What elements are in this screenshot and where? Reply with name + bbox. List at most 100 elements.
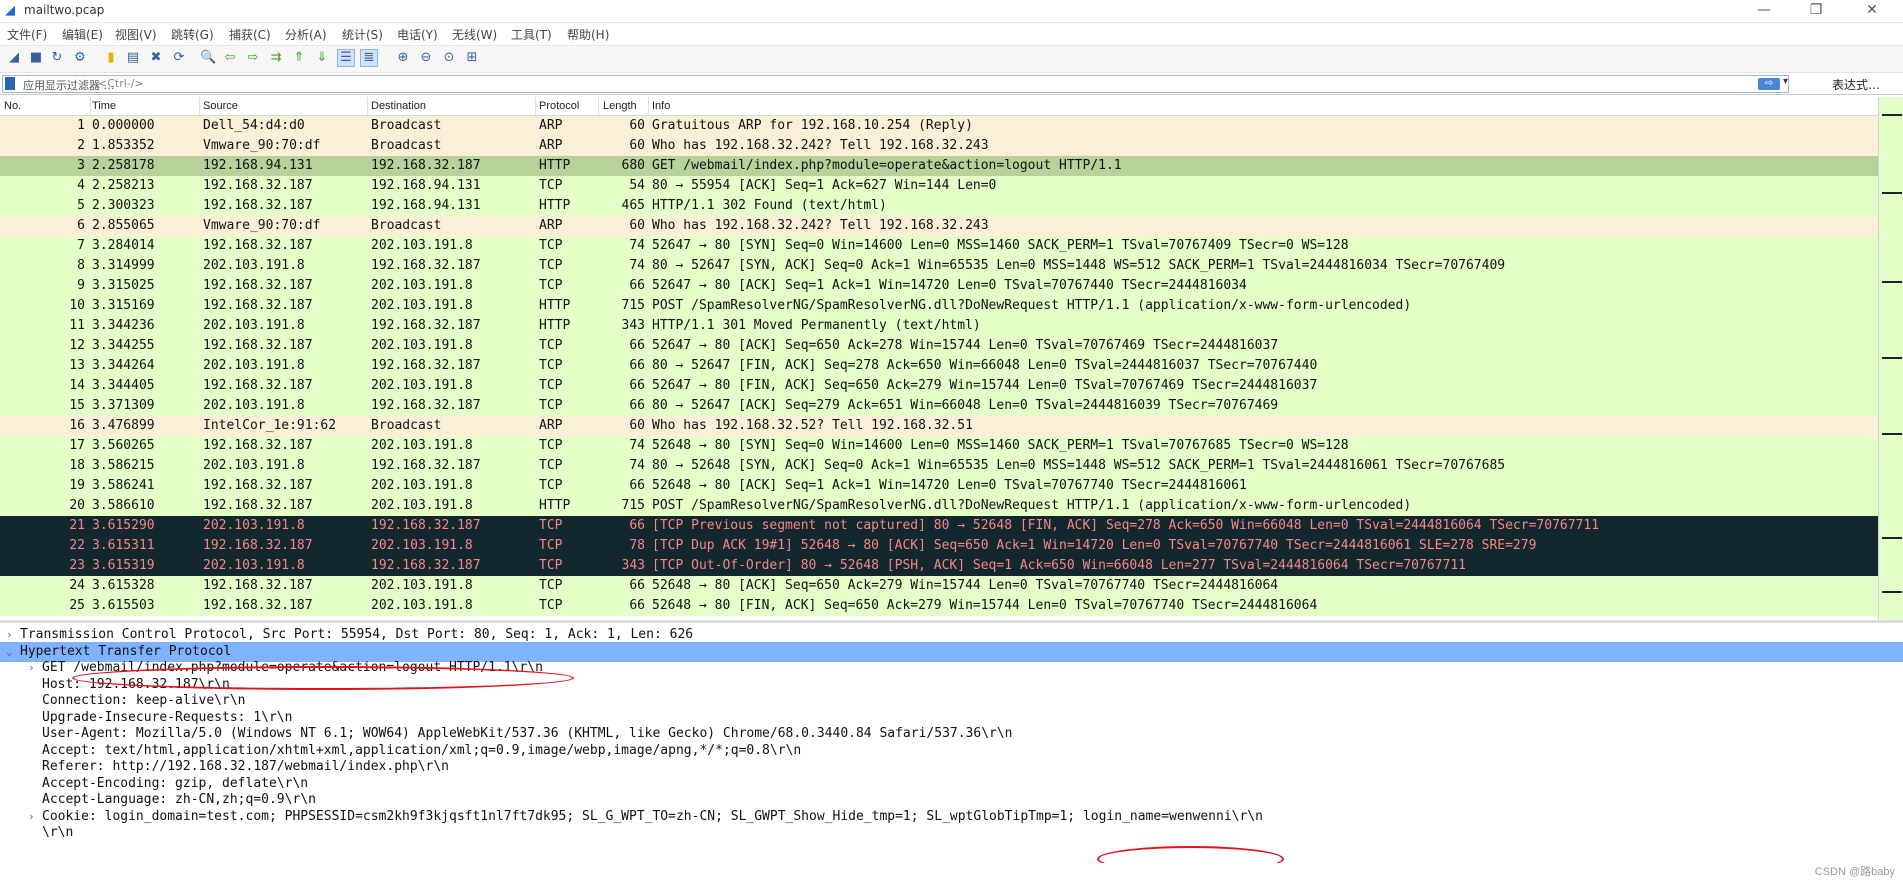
packet-info: 52647 → 80 [ACK] Seq=1 Ack=1 Win=14720 L… bbox=[652, 278, 1247, 293]
packet-source: 192.168.32.187 bbox=[203, 378, 313, 393]
packet-row[interactable]: 22 3.615311 192.168.32.187 202.103.191.8 TCP… bbox=[0, 536, 1878, 556]
packet-info: 80 → 55954 [ACK] Seq=1 Ack=627 Win=144 L… bbox=[652, 178, 997, 193]
column-divider[interactable] bbox=[367, 97, 368, 115]
menu-tools[interactable]: 工具(T) bbox=[511, 26, 552, 43]
go-back-icon[interactable]: ⇦ bbox=[222, 50, 238, 66]
column-divider[interactable] bbox=[535, 97, 536, 115]
packet-time: 2.300323 bbox=[92, 198, 155, 213]
first-packet-icon[interactable]: ⇑ bbox=[291, 50, 307, 66]
go-forward-icon[interactable]: ⇨ bbox=[245, 50, 261, 66]
packet-destination: 192.168.94.131 bbox=[371, 198, 481, 213]
packet-row[interactable]: 16 3.476899 IntelCor_1e:91:62 Broadcast ARP 6… bbox=[0, 416, 1878, 436]
menu-analyze[interactable]: 分析(A) bbox=[285, 26, 327, 43]
restore-button[interactable]: ❐ bbox=[1796, 0, 1836, 22]
packet-row[interactable]: 9 3.315025 192.168.32.187 202.103.191.8 TCP 6… bbox=[0, 276, 1878, 296]
packet-row[interactable]: 21 3.615290 202.103.191.8 192.168.32.187 TCP… bbox=[0, 516, 1878, 536]
col-header-protocol[interactable]: Protocol bbox=[539, 100, 579, 112]
last-packet-icon[interactable]: ⇓ bbox=[314, 50, 330, 66]
packet-length: 60 bbox=[629, 218, 645, 233]
restart-capture-icon[interactable]: ↻ bbox=[49, 50, 65, 66]
packet-row[interactable]: 18 3.586215 202.103.191.8 192.168.32.187 TCP… bbox=[0, 456, 1878, 476]
column-divider[interactable] bbox=[598, 97, 599, 115]
expression-button[interactable]: 表达式… bbox=[1832, 76, 1880, 93]
packet-details-pane[interactable]: › Transmission Control Protocol, Src Port… bbox=[0, 624, 1903, 862]
menu-wireless[interactable]: 无线(W) bbox=[452, 26, 497, 43]
close-button[interactable]: ✕ bbox=[1852, 0, 1892, 22]
packet-time: 3.371309 bbox=[92, 398, 155, 413]
column-divider[interactable] bbox=[90, 97, 91, 115]
packet-row[interactable]: 7 3.284014 192.168.32.187 202.103.191.8 TCP 7… bbox=[0, 236, 1878, 256]
find-packet-icon[interactable]: 🔍 bbox=[200, 50, 216, 66]
autoscroll-icon[interactable]: ☰ bbox=[337, 49, 355, 67]
resize-columns-icon[interactable]: ⊞ bbox=[464, 50, 480, 66]
packet-row[interactable]: 8 3.314999 202.103.191.8 192.168.32.187 TCP 7… bbox=[0, 256, 1878, 276]
packet-row[interactable]: 10 3.315169 192.168.32.187 202.103.191.8 HTT… bbox=[0, 296, 1878, 316]
packet-row[interactable]: 3 2.258178 192.168.94.131 192.168.32.187 HTT… bbox=[0, 156, 1878, 176]
packet-row[interactable]: 6 2.855065 Vmware_90:70:df Broadcast ARP 60 Wh… bbox=[0, 216, 1878, 236]
col-header-info[interactable]: Info bbox=[652, 100, 670, 112]
packet-destination: 202.103.191.8 bbox=[371, 298, 473, 313]
col-header-time[interactable]: Time bbox=[92, 100, 116, 112]
open-file-icon[interactable]: ▮ bbox=[103, 50, 119, 66]
colorize-icon[interactable]: ≣ bbox=[360, 49, 378, 67]
zoom-in-icon[interactable]: ⊕ bbox=[395, 50, 411, 66]
packet-row[interactable]: 5 2.300323 192.168.32.187 192.168.94.131 HTT… bbox=[0, 196, 1878, 216]
col-header-length[interactable]: Length bbox=[603, 100, 637, 112]
packet-length: 715 bbox=[621, 298, 645, 313]
packet-row[interactable]: 15 3.371309 202.103.191.8 192.168.32.187 TCP… bbox=[0, 396, 1878, 416]
menu-file[interactable]: 文件(F) bbox=[7, 26, 47, 43]
zoom-out-icon[interactable]: ⊖ bbox=[418, 50, 434, 66]
packet-row[interactable]: 12 3.344255 192.168.32.187 202.103.191.8 TCP… bbox=[0, 336, 1878, 356]
col-header-no[interactable]: No. bbox=[4, 100, 21, 112]
packet-row[interactable]: 17 3.560265 192.168.32.187 202.103.191.8 TCP… bbox=[0, 436, 1878, 456]
packet-time: 1.853352 bbox=[92, 138, 155, 153]
shark-fin-start-icon[interactable]: ◢ bbox=[6, 50, 22, 66]
capture-options-icon[interactable]: ⚙ bbox=[72, 50, 88, 66]
col-header-source[interactable]: Source bbox=[203, 100, 238, 112]
packet-time: 3.615290 bbox=[92, 518, 155, 533]
pane-splitter[interactable] bbox=[0, 620, 1903, 623]
close-file-icon[interactable]: ✖ bbox=[148, 50, 164, 66]
zoom-reset-icon[interactable]: ⊙ bbox=[441, 50, 457, 66]
packet-list-minimap[interactable] bbox=[1878, 97, 1903, 620]
packet-list[interactable]: No. Time Source Destination Protocol Len… bbox=[0, 97, 1878, 620]
packet-row[interactable]: 25 3.615503 192.168.32.187 202.103.191.8 TCP… bbox=[0, 596, 1878, 616]
packet-row[interactable]: 19 3.586241 192.168.32.187 202.103.191.8 TCP… bbox=[0, 476, 1878, 496]
menu-view[interactable]: 视图(V) bbox=[115, 26, 157, 43]
display-filter-input[interactable]: 应用显示过滤器 … <Ctrl-/> ⇨ ▾ bbox=[2, 75, 1789, 93]
save-file-icon[interactable]: ▤ bbox=[125, 50, 141, 66]
packet-length: 60 bbox=[629, 138, 645, 153]
menu-telephony[interactable]: 电话(Y) bbox=[397, 26, 438, 43]
packet-no: 11 bbox=[69, 318, 85, 333]
column-divider[interactable] bbox=[199, 97, 200, 115]
menu-edit[interactable]: 编辑(E) bbox=[62, 26, 103, 43]
menu-capture[interactable]: 捕获(C) bbox=[229, 26, 271, 43]
packet-length: 66 bbox=[629, 578, 645, 593]
go-to-packet-icon[interactable]: ⇉ bbox=[268, 50, 284, 66]
packet-row[interactable]: 1 0.000000 Dell_54:d4:d0 Broadcast ARP 60 Grat… bbox=[0, 116, 1878, 136]
minimize-button[interactable]: — bbox=[1744, 0, 1784, 22]
packet-row[interactable]: 20 3.586610 192.168.32.187 202.103.191.8 HTT… bbox=[0, 496, 1878, 516]
packet-destination: Broadcast bbox=[371, 218, 442, 233]
col-header-destination[interactable]: Destination bbox=[371, 100, 426, 112]
packet-row[interactable]: 13 3.344264 202.103.191.8 192.168.32.187 TCP… bbox=[0, 356, 1878, 376]
packet-row[interactable]: 4 2.258213 192.168.32.187 192.168.94.131 TCP… bbox=[0, 176, 1878, 196]
packet-source: 192.168.94.131 bbox=[203, 158, 313, 173]
packet-source: 192.168.32.187 bbox=[203, 578, 313, 593]
detail-tree-row[interactable]: \r\n bbox=[0, 823, 1903, 843]
column-divider[interactable] bbox=[648, 97, 649, 115]
packet-row[interactable]: 24 3.615328 192.168.32.187 202.103.191.8 TCP… bbox=[0, 576, 1878, 596]
menu-statistics[interactable]: 统计(S) bbox=[342, 26, 383, 43]
reload-file-icon[interactable]: ⟳ bbox=[171, 50, 187, 66]
packet-row[interactable]: 23 3.615319 202.103.191.8 192.168.32.187 TCP… bbox=[0, 556, 1878, 576]
filter-bookmark-icon[interactable] bbox=[5, 77, 15, 90]
packet-row[interactable]: 11 3.344236 202.103.191.8 192.168.32.187 HTT… bbox=[0, 316, 1878, 336]
packet-row[interactable]: 2 1.853352 Vmware_90:70:df Broadcast ARP 60 Wh… bbox=[0, 136, 1878, 156]
stop-capture-icon[interactable]: ■ bbox=[28, 50, 44, 66]
packet-protocol: TCP bbox=[539, 238, 563, 253]
apply-filter-icon[interactable]: ⇨ bbox=[1758, 78, 1780, 90]
menu-help[interactable]: 帮助(H) bbox=[567, 26, 609, 43]
filter-dropdown-icon[interactable]: ▾ bbox=[1783, 76, 1788, 87]
packet-row[interactable]: 14 3.344405 192.168.32.187 202.103.191.8 TCP… bbox=[0, 376, 1878, 396]
menu-go[interactable]: 跳转(G) bbox=[171, 26, 214, 43]
